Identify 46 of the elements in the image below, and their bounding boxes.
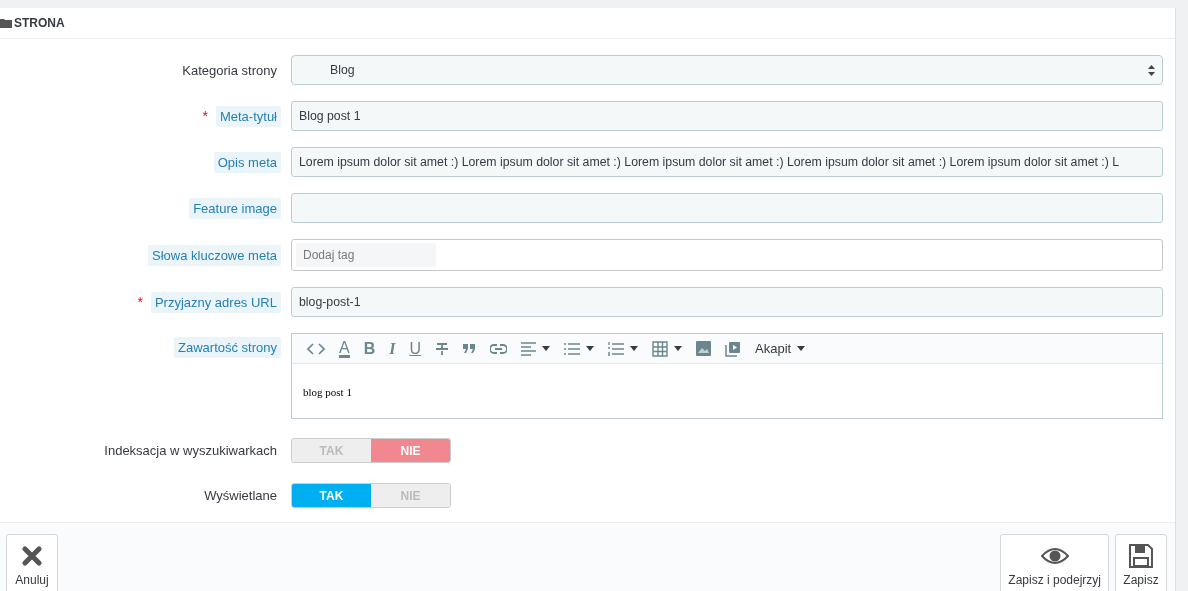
numbered-list-icon	[608, 341, 625, 356]
cancel-button[interactable]: Anuluj	[6, 534, 58, 591]
text-field[interactable]: blog-post-1	[291, 287, 1163, 317]
save-icon	[1129, 544, 1153, 568]
format-label: Akapit	[755, 341, 792, 356]
field-label: Meta-tytuł	[215, 105, 281, 127]
align-left-icon	[521, 341, 537, 356]
field-label: Wyświetlane	[203, 487, 278, 505]
save-button[interactable]: Zapisz	[1115, 534, 1167, 591]
text-field[interactable]	[291, 193, 1163, 223]
field-label: Indeksacja w wyszukiwarkach	[103, 442, 278, 460]
video-icon	[725, 340, 742, 357]
link-icon	[490, 343, 508, 354]
save-and-preview-button[interactable]: Zapisz i podejrzyj	[1000, 534, 1109, 591]
field-label: Opis meta	[213, 151, 281, 173]
italic-icon: I	[389, 340, 396, 357]
code-icon	[307, 342, 325, 355]
image-icon	[696, 341, 712, 356]
quote-icon	[463, 344, 477, 353]
required-mark: *	[202, 108, 208, 124]
eye-icon	[1040, 547, 1069, 565]
field-label: Feature image	[189, 197, 281, 219]
category-select[interactable]: Blog	[291, 55, 1163, 85]
bold-icon: B	[363, 340, 376, 357]
text-field[interactable]: Lorem ipsum dolor sit amet :) Lorem ipsum dolor sit amet :) Lorem ipsum dolor sit amet :) Lorem ipsum dolor sit amet :) Lorem ipsum dolor sit amet :) L	[291, 147, 1163, 177]
strikethrough-icon	[435, 341, 450, 356]
field-label: Słowa kluczowe meta	[148, 244, 281, 266]
toolbar-button[interactable]: Akapit	[748, 335, 813, 362]
toolbar-button[interactable]: U	[402, 335, 429, 362]
table-icon	[652, 340, 669, 357]
updown-icon	[1148, 64, 1155, 76]
close-icon	[22, 546, 42, 566]
required-mark: *	[137, 294, 143, 310]
underline-icon: U	[409, 340, 422, 357]
field-label: Zawartość strony	[174, 337, 281, 358]
toolbar-button[interactable]: I	[382, 335, 403, 362]
toolbar-button[interactable]: B	[356, 335, 383, 362]
editor-content[interactable]: blog post 1	[292, 364, 1162, 420]
field-label: Przyjazny adres URL	[150, 291, 281, 313]
tags-field[interactable]: Dodaj tag	[291, 239, 1163, 271]
toolbar-button[interactable]: A	[332, 335, 357, 362]
folder-icon	[0, 18, 12, 28]
field-label: Kategoria strony	[181, 61, 278, 80]
panel-title: STRONA	[14, 16, 65, 30]
text-field[interactable]: Blog post 1	[291, 101, 1163, 131]
bullet-list-icon	[564, 342, 581, 355]
